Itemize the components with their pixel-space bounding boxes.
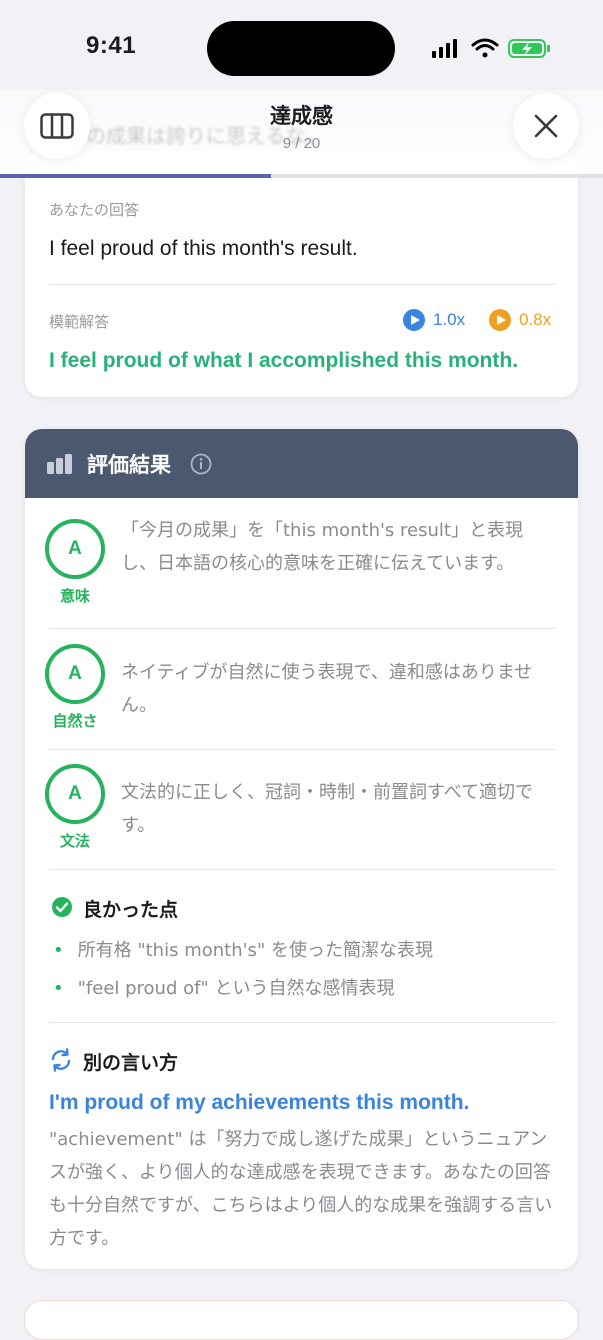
status-icons [432, 38, 550, 58]
progress-counter: 9 / 20 [282, 135, 321, 152]
play-icon [403, 309, 425, 331]
good-point-text: "feel proud of" という自然な感情表現 [77, 978, 395, 999]
divider [49, 869, 555, 870]
grade-comment: 「今月の成果」を「this month's result」と表現し、日本語の核心… [121, 520, 523, 574]
lesson-header: 今月の成果は誇りに思えるな。 達成感 9 / 20 [0, 90, 603, 176]
grade-comment: ネイティブが自然に使う表現で、違和感はありません。 [121, 662, 533, 716]
evaluation-header: 評価結果 [25, 429, 578, 498]
answer-card: あなたの回答 I feel proud of this month's resu… [24, 150, 579, 398]
your-answer-text: I feel proud of this month's result. [49, 237, 358, 260]
play-slow-button[interactable]: 0.8x [489, 309, 551, 331]
grade-label: 意味 [59, 587, 90, 605]
progress-bar [0, 174, 603, 178]
battery-icon [508, 39, 550, 58]
good-points-title: 良かった点 [83, 899, 179, 921]
grade-ring: A [45, 519, 105, 579]
alternative-explanation: "achievement" は「努力で成し遂げた成果」というニュアンスが強く、よ… [49, 1129, 553, 1249]
next-card-peek [24, 1300, 579, 1340]
alternative-phrase: I'm proud of my achievements this month. [49, 1091, 470, 1114]
alternative-title: 別の言い方 [83, 1052, 179, 1074]
grade-ring: A [45, 764, 105, 824]
grade-label: 自然さ [52, 712, 98, 730]
close-icon [534, 114, 558, 138]
play-icon [489, 309, 511, 331]
status-time: 9:41 [86, 32, 137, 59]
good-point-item: • "feel proud of" という自然な感情表現 [53, 978, 395, 999]
evaluation-card: 評価結果 A 意味 「今月の成果」を「this month's result」と… [24, 428, 579, 1270]
evaluation-title: 評価結果 [87, 453, 171, 477]
good-point-item: • 所有格 "this month's" を使った簡潔な表現 [53, 940, 433, 961]
grade-comment: 文法的に正しく、冠詞・時制・前置詞すべて適切です。 [121, 782, 534, 836]
good-point-text: 所有格 "this month's" を使った簡潔な表現 [77, 940, 433, 961]
grade-ring: A [45, 644, 105, 704]
divider [49, 628, 555, 629]
wifi-icon [471, 38, 499, 58]
play-normal-button[interactable]: 1.0x [403, 309, 465, 331]
dynamic-island [207, 21, 395, 76]
info-icon[interactable] [190, 453, 212, 475]
divider [49, 1022, 555, 1023]
bar-chart-icon [47, 454, 72, 474]
model-answer-label: 模範解答 [49, 313, 110, 331]
divider [49, 749, 555, 750]
your-answer-label: あなたの回答 [49, 201, 140, 219]
divider [49, 284, 555, 285]
columns-button[interactable] [24, 93, 90, 159]
progress-fill [0, 174, 272, 178]
speed-normal-label: 1.0x [433, 310, 466, 329]
speed-slow-label: 0.8x [519, 310, 552, 329]
columns-icon [40, 113, 74, 139]
model-answer-text: I feel proud of what I accomplished this… [49, 349, 519, 372]
close-button[interactable] [513, 93, 579, 159]
signal-icon [432, 39, 457, 58]
check-circle-icon [52, 897, 72, 917]
grade-label: 文法 [59, 832, 90, 850]
refresh-icon [51, 1048, 71, 1072]
status-bar: 9:41 [0, 0, 603, 90]
